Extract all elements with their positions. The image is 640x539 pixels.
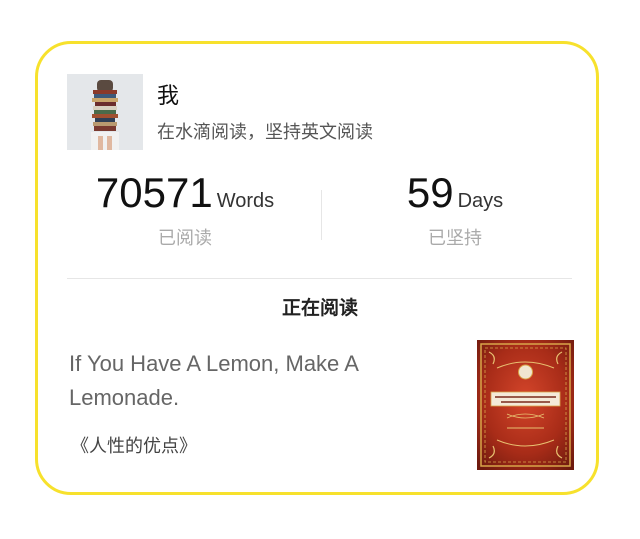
currently-reading-title: 正在阅读 xyxy=(281,297,358,319)
stat-days-persisted: 59 Days 已坚持 xyxy=(330,172,580,248)
words-unit: Words xyxy=(216,190,275,212)
book-title[interactable]: 《人性的优点》 xyxy=(71,438,197,456)
days-label: 已坚持 xyxy=(428,228,482,249)
book-cover-image xyxy=(477,340,574,470)
words-count: 70571 xyxy=(95,169,213,216)
words-label: 已阅读 xyxy=(158,228,212,249)
reading-profile-card[interactable]: 我 在水滴阅读，坚持英文阅读 70571 Words 已阅读 59 Days 已坚持… xyxy=(35,41,599,495)
stat-divider xyxy=(321,190,322,240)
avatar-image xyxy=(67,74,143,150)
user-name: 我 xyxy=(157,84,180,109)
days-count: 59 xyxy=(406,169,454,216)
user-motto: 在水滴阅读，坚持英文阅读 xyxy=(157,122,373,143)
section-divider xyxy=(67,278,572,279)
avatar[interactable] xyxy=(67,74,143,150)
stat-words-read: 70571 Words 已阅读 xyxy=(60,172,310,248)
book-sentence[interactable]: If You Have A Lemon, Make A Lemonade. xyxy=(69,347,449,415)
book-cover[interactable] xyxy=(477,340,574,470)
days-unit: Days xyxy=(457,190,504,212)
